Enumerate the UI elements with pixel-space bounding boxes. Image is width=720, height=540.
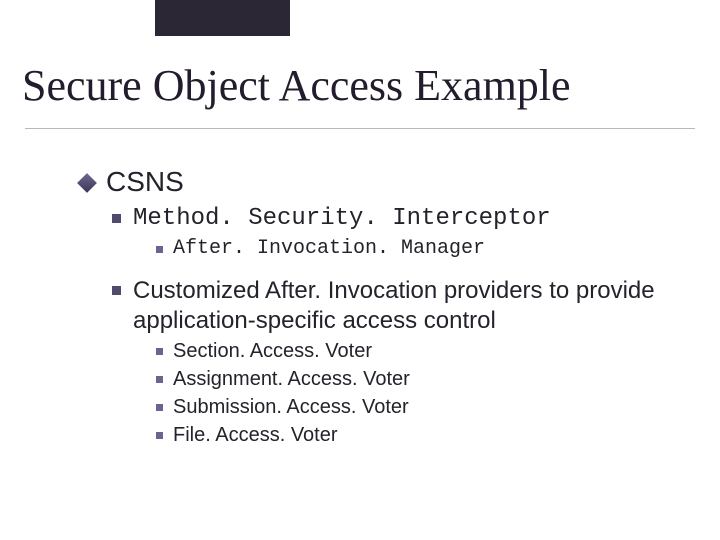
bullet2-text: Method. Security. Interceptor [133,204,690,234]
dot-icon [156,348,163,355]
title-underline [25,128,695,129]
bullet-level3: Assignment. Access. Voter [156,366,690,392]
square-icon [112,214,121,223]
dot-icon [156,246,163,253]
bullet2-text: Customized After. Invocation providers t… [133,276,690,336]
slide: Secure Object Access Example CSNS Method… [0,0,720,540]
bullet-level3: After. Invocation. Manager [156,236,690,262]
slide-content: CSNS Method. Security. Interceptor After… [0,166,720,448]
bullet-level3: Section. Access. Voter [156,338,690,364]
slide-title: Secure Object Access Example [22,60,720,111]
bullet-level2: Method. Security. Interceptor [112,204,690,234]
bullet3-text: After. Invocation. Manager [173,236,485,262]
bullet3-text: Submission. Access. Voter [173,394,409,420]
dot-icon [156,432,163,439]
bullet1-text: CSNS [106,166,184,198]
diamond-icon [77,173,97,193]
bullet-level3: File. Access. Voter [156,422,690,448]
bullet-level1: CSNS [80,166,690,198]
bullet3-text: Section. Access. Voter [173,338,372,364]
square-icon [112,286,121,295]
bullet-level2: Customized After. Invocation providers t… [112,276,690,336]
bullet-level3: Submission. Access. Voter [156,394,690,420]
bullet3-text: File. Access. Voter [173,422,338,448]
dot-icon [156,404,163,411]
dot-icon [156,376,163,383]
header-accent-bar [155,0,290,36]
bullet3-text: Assignment. Access. Voter [173,366,410,392]
